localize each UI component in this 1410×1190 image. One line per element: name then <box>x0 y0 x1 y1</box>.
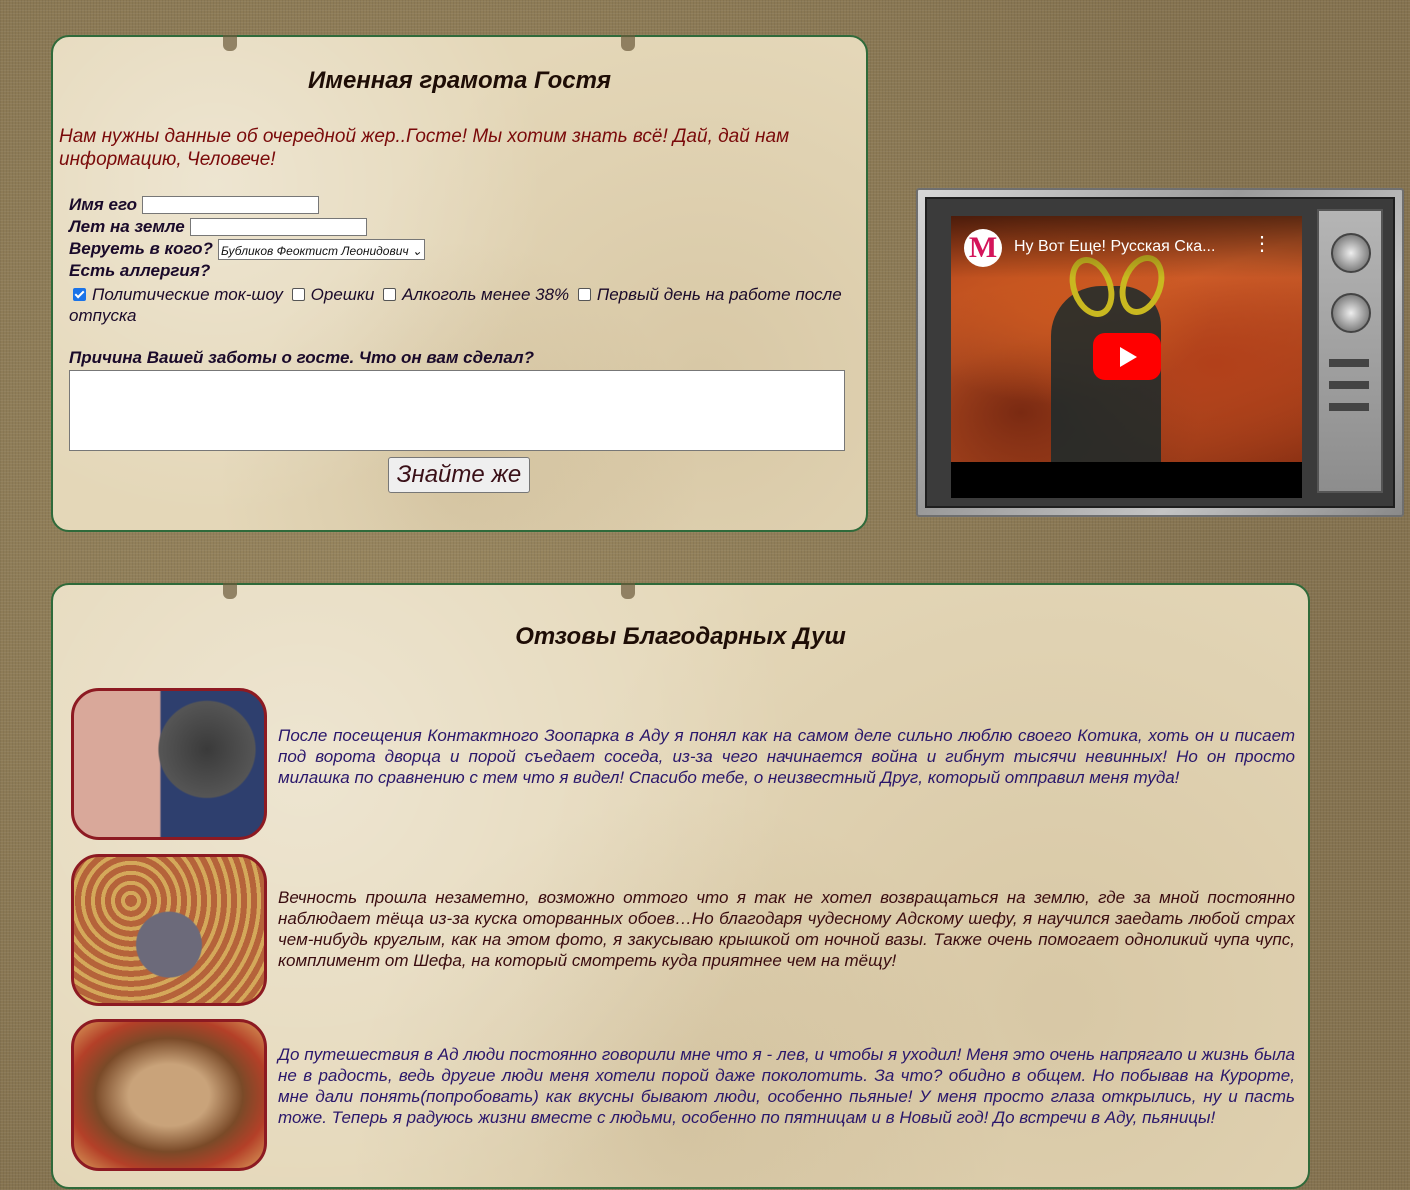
review-text: После посещения Контактного Зоопарка в А… <box>278 726 1295 787</box>
name-input[interactable] <box>142 196 320 214</box>
tv-slot <box>1329 381 1369 389</box>
review-item: Вечность прошла незаметно, возможно отто… <box>71 854 1295 1006</box>
age-label: Лет на земле <box>69 217 185 236</box>
review-miniature-image <box>71 688 267 840</box>
channel-knob-icon <box>1331 233 1371 273</box>
allergy-option-label: Алкоголь менее 38% <box>402 285 570 304</box>
video-player[interactable]: М Ну Вот Еще! Русская Ска... ⋮ <box>951 216 1302 498</box>
review-miniature-image <box>71 854 267 1006</box>
pin-decoration <box>223 583 237 599</box>
chevron-down-icon: ⌄ <box>411 243 423 258</box>
allergy-option-label: Политические ток-шоу <box>92 285 283 304</box>
submit-button[interactable]: Знайте же <box>387 457 531 493</box>
guest-form-panel: Именная грамота Гостя Нам нужны данные о… <box>51 35 868 532</box>
age-input[interactable] <box>189 218 367 236</box>
tv-slot <box>1329 403 1369 411</box>
more-options-icon[interactable]: ⋮ <box>1252 234 1272 254</box>
reason-textarea[interactable] <box>69 370 845 451</box>
allergy-checkbox[interactable] <box>383 288 397 302</box>
reviews-title: Отзовы Благодарных Душ <box>515 623 846 650</box>
review-text: Вечность прошла незаметно, возможно отто… <box>278 888 1295 970</box>
channel-logo-icon[interactable]: М <box>964 229 1002 267</box>
allergy-option-label: Орешки <box>310 285 375 304</box>
faith-select[interactable]: Бубликов Феоктист Леонидович ⌄ <box>217 238 426 260</box>
allergy-checkbox-group: Политические ток-шоу Орешки Алкоголь мен… <box>69 284 849 326</box>
video-title[interactable]: Ну Вот Еще! Русская Ска... <box>1014 238 1215 256</box>
review-text: До путешествия в Ад люди постоянно говор… <box>278 1045 1295 1127</box>
faith-label: Веруеть в кого? <box>69 239 213 258</box>
name-label: Имя его <box>69 195 138 214</box>
allergy-label: Есть аллергия? <box>69 261 211 280</box>
form-title: Именная грамота Гостя <box>307 67 612 94</box>
allergy-checkbox[interactable] <box>577 288 591 302</box>
tv-control-panel <box>1317 209 1383 493</box>
reason-label: Причина Вашей заботы о госте. Что он вам… <box>69 348 534 367</box>
reviews-panel: Отзовы Благодарных Душ После посещения К… <box>51 583 1310 1189</box>
guest-form: Имя его Лет на земле Веруеть в кого? Буб… <box>69 194 849 493</box>
pin-decoration <box>621 35 635 51</box>
review-item: До путешествия в Ад люди постоянно говор… <box>71 1019 1295 1171</box>
play-icon[interactable] <box>1093 333 1161 380</box>
tv-frame: М Ну Вот Еще! Русская Ска... ⋮ <box>916 188 1404 517</box>
pin-decoration <box>223 35 237 51</box>
pin-decoration <box>621 583 635 599</box>
faith-selected-value: Бубликов Феоктист Леонидович <box>220 243 409 258</box>
tv-slot <box>1329 359 1369 367</box>
review-miniature-image <box>71 1019 267 1171</box>
review-item: После посещения Контактного Зоопарка в А… <box>71 688 1295 840</box>
volume-knob-icon <box>1331 293 1371 333</box>
form-intro: Нам нужны данные об очередной жер..Госте… <box>59 126 790 170</box>
allergy-checkbox[interactable] <box>291 288 305 302</box>
tv-body: М Ну Вот Еще! Русская Ска... ⋮ <box>925 197 1395 508</box>
allergy-checkbox[interactable] <box>73 288 86 302</box>
